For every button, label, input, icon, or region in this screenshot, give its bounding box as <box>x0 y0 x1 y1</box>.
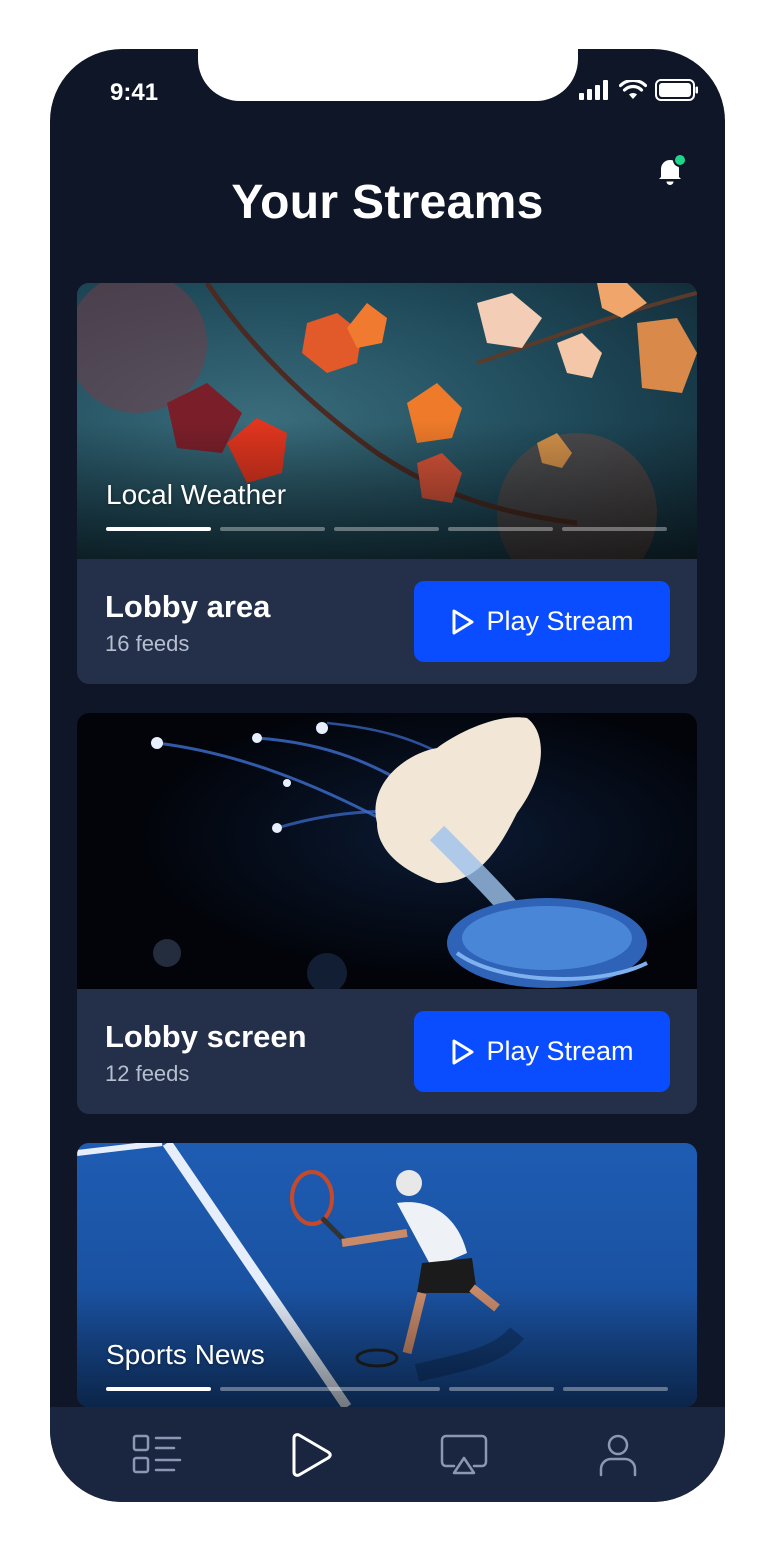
progress-segment <box>448 527 553 531</box>
play-icon <box>452 609 474 634</box>
status-icons <box>579 79 699 101</box>
tab-list[interactable] <box>127 1430 187 1480</box>
play-icon <box>292 1432 332 1477</box>
media-label: Sports News <box>106 1339 265 1370</box>
stream-feed-count: 12 feeds <box>105 1061 190 1086</box>
jellyfish-image <box>77 713 697 989</box>
status-time: 9:41 <box>110 79 159 106</box>
list-icon <box>132 1434 182 1473</box>
tab-play[interactable] <box>281 1430 341 1480</box>
battery-icon <box>655 79 698 101</box>
play-stream-label: Play Stream <box>486 1036 634 1066</box>
stream-card-sports-news: Sports News <box>77 1143 697 1407</box>
progress-segment <box>106 1387 211 1391</box>
progress-segment <box>449 1387 554 1391</box>
tab-airplay[interactable] <box>434 1430 494 1480</box>
stream-thumbnail[interactable]: Local Weather <box>77 283 697 559</box>
signal-icon <box>579 80 608 100</box>
media-label: Local Weather <box>106 479 287 510</box>
stream-info: Lobby area 16 feeds Play Stream <box>77 559 697 684</box>
stream-title: Lobby area <box>105 589 271 624</box>
story-progress <box>106 527 667 531</box>
progress-segment <box>334 527 439 531</box>
progress-segment <box>106 527 211 531</box>
stream-feed-count: 16 feeds <box>105 631 190 656</box>
autumn-leaves-image <box>77 283 697 559</box>
stream-title: Lobby screen <box>105 1019 307 1054</box>
notch <box>198 49 578 101</box>
stream-thumbnail[interactable]: Sports News <box>77 1143 697 1407</box>
play-icon <box>452 1039 474 1064</box>
tab-profile[interactable] <box>588 1430 648 1480</box>
play-stream-button[interactable]: Play Stream <box>414 581 670 662</box>
airplay-icon <box>441 1434 488 1474</box>
tab-bar <box>50 1407 725 1502</box>
stream-card-lobby-screen: Lobby screen 12 feeds Play Stream <box>77 713 697 1114</box>
stream-thumbnail[interactable] <box>77 713 697 989</box>
progress-segment <box>220 1387 440 1391</box>
play-stream-button[interactable]: Play Stream <box>414 1011 670 1092</box>
phone-frame: 9:41 Your Streams Local Weather Lobby ar… <box>50 49 725 1502</box>
progress-segment <box>220 527 325 531</box>
progress-segment <box>562 527 667 531</box>
wifi-icon <box>619 80 647 99</box>
page-title: Your Streams <box>231 176 544 229</box>
stream-card-lobby-area: Local Weather Lobby area 16 feeds Play S… <box>77 283 697 684</box>
progress-segment <box>563 1387 668 1391</box>
user-icon <box>599 1434 637 1476</box>
stream-info: Lobby screen 12 feeds Play Stream <box>77 989 697 1114</box>
story-progress <box>106 1387 668 1391</box>
play-stream-label: Play Stream <box>486 606 634 636</box>
